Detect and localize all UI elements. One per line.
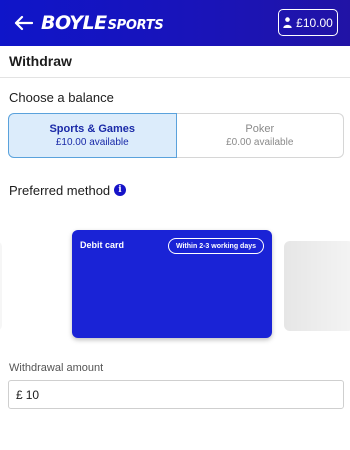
user-icon <box>283 17 292 28</box>
next-card-peek[interactable] <box>284 241 350 331</box>
back-button[interactable] <box>10 10 36 36</box>
balance-selector: Sports & Games £10.00 available Poker £0… <box>8 113 344 158</box>
balance-option-available: £0.00 available <box>226 137 294 148</box>
balance-amount: £10.00 <box>296 15 333 30</box>
balance-option-available: £10.00 available <box>55 137 129 148</box>
amount-value: 10 <box>25 387 40 402</box>
app-header: BOYLE SPORTS £10.00 <box>0 0 350 46</box>
page-title: Withdraw <box>9 53 72 69</box>
previous-card-peek[interactable] <box>0 241 2 331</box>
balance-option-poker[interactable]: Poker £0.00 available <box>176 113 344 158</box>
currency-symbol: £ <box>16 387 23 402</box>
divider <box>0 77 350 78</box>
withdrawal-amount-label: Withdrawal amount <box>9 362 104 374</box>
balance-option-name: Poker <box>245 123 275 135</box>
logo-sub-text: SPORTS <box>107 18 164 33</box>
withdrawal-amount-input[interactable]: £ 10 <box>8 380 344 409</box>
debit-card-method[interactable]: Debit card Within 2-3 working days <box>72 230 272 338</box>
balance-option-sports-games[interactable]: Sports & Games £10.00 available <box>8 113 177 158</box>
logo-main-text: BOYLE <box>41 12 107 34</box>
account-balance-button[interactable]: £10.00 <box>278 9 338 36</box>
boylesports-logo[interactable]: BOYLE SPORTS <box>41 12 164 34</box>
choose-balance-label: Choose a balance <box>9 90 114 105</box>
info-icon[interactable]: i <box>114 184 126 196</box>
balance-option-name: Sports & Games <box>49 123 136 135</box>
card-title: Debit card <box>80 240 125 250</box>
preferred-method-label: Preferred method <box>9 183 111 198</box>
arrow-left-icon <box>14 15 33 31</box>
processing-time-badge: Within 2-3 working days <box>167 238 264 254</box>
